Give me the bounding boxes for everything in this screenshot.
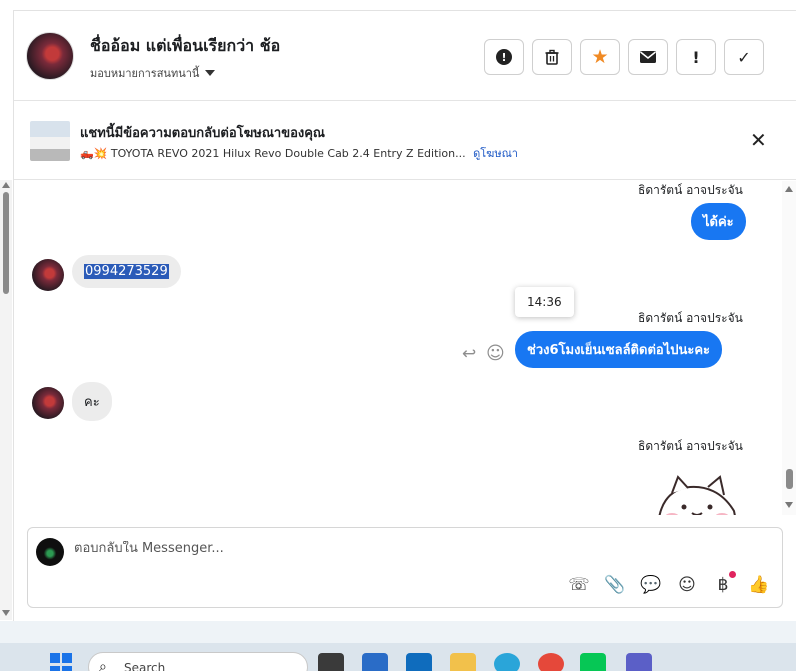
conversation-actions: ! ★ ! ✓: [484, 39, 764, 75]
store-icon[interactable]: [362, 653, 388, 671]
attachment-icon[interactable]: 📎: [604, 574, 626, 596]
page-avatar: [36, 538, 64, 566]
message-scrollbar-thumb[interactable]: [786, 469, 793, 489]
conversation-header: ชื่ออ้อม แต่เพื่อนเรียกว่า ช้อ มอบหมายกา…: [14, 11, 796, 101]
edge-icon[interactable]: [494, 653, 520, 671]
scroll-down-arrow-icon[interactable]: [2, 610, 10, 616]
star-icon: ★: [591, 46, 609, 68]
sender-name: ธิดารัตน์ อาจประจัน: [638, 311, 743, 325]
reply-icon[interactable]: ↩: [462, 344, 476, 364]
selected-phone-text[interactable]: 0994273529: [84, 264, 169, 279]
ad-banner-title: แชทนี้มีข้อความตอบกลับต่อโฆษณาของคุณ: [80, 126, 325, 141]
assign-conversation-dropdown[interactable]: มอบหมายการสนทนานี้: [90, 64, 216, 82]
sender-name: ธิดารัตน์ อาจประจัน: [638, 183, 743, 197]
scroll-up-arrow-icon[interactable]: [785, 186, 793, 192]
caret-down-icon: [205, 70, 216, 76]
teams-icon[interactable]: [626, 653, 652, 671]
outgoing-message[interactable]: ได้ค่ะ: [691, 203, 746, 240]
contact-avatar-small[interactable]: [32, 259, 64, 291]
chrome-icon[interactable]: [538, 653, 564, 671]
like-icon[interactable]: 👍: [748, 574, 770, 596]
envelope-icon: [640, 51, 656, 63]
message-list: ธิดารัตน์ อาจประจัน ได้ค่ะ 0994273529 14…: [14, 181, 782, 515]
file-explorer-icon[interactable]: [450, 653, 476, 671]
contact-name: ชื่ออ้อม แต่เพื่อนเรียกว่า ช้อ: [90, 36, 281, 55]
trash-icon: [545, 49, 559, 65]
ad-thumbnail[interactable]: [30, 121, 70, 161]
delete-button[interactable]: [532, 39, 572, 75]
notification-dot: [729, 571, 736, 578]
contact-avatar-small[interactable]: [32, 387, 64, 419]
page-scrollbar[interactable]: [0, 180, 12, 620]
taskbar-search-label: Search: [124, 661, 166, 671]
star-button[interactable]: ★: [580, 39, 620, 75]
react-smile-icon[interactable]: ☺: [486, 343, 505, 364]
incoming-message[interactable]: คะ: [72, 382, 112, 421]
conversation-panel: ชื่ออ้อม แต่เพื่อนเรียกว่า ช้อ มอบหมายกา…: [13, 10, 796, 621]
line-icon[interactable]: [580, 653, 606, 671]
taskbar: ⌕ Search: [0, 643, 796, 671]
outgoing-message[interactable]: ช่วง6โมงเย็นเซลล์ติดต่อไปนะคะ: [515, 331, 723, 368]
ad-description: 🛻💥 TOYOTA REVO 2021 Hilux Revo Double Ca…: [80, 147, 466, 160]
page-scrollbar-thumb[interactable]: [3, 192, 9, 294]
emoji-icon[interactable]: ☺: [676, 574, 698, 596]
scroll-up-arrow-icon[interactable]: [2, 182, 10, 188]
search-icon: ⌕: [99, 659, 107, 671]
payment-icon[interactable]: ฿: [712, 571, 736, 596]
follow-up-button[interactable]: !: [676, 39, 716, 75]
incoming-message[interactable]: 0994273529: [72, 255, 181, 288]
baht-icon: ฿: [717, 575, 729, 595]
message-scrollbar[interactable]: [782, 181, 796, 515]
view-ad-link[interactable]: ดูโฆษณา: [473, 147, 518, 160]
ad-banner-subtitle: 🛻💥 TOYOTA REVO 2021 Hilux Revo Double Ca…: [80, 144, 518, 162]
close-banner-icon[interactable]: ✕: [750, 130, 767, 150]
reply-composer: ☏ 📎 💬 ☺ ฿ 👍: [27, 527, 783, 608]
taskbar-search[interactable]: ⌕ Search: [88, 652, 308, 671]
timestamp-tooltip: 14:36: [515, 287, 574, 317]
messenger-page: ชื่ออ้อม แต่เพื่อนเรียกว่า ช้อ มอบหมายกา…: [0, 0, 796, 671]
mark-unread-button[interactable]: [628, 39, 668, 75]
call-add-icon[interactable]: ☏: [568, 574, 590, 596]
window-bottom-strip: [0, 621, 796, 643]
spam-button[interactable]: !: [484, 39, 524, 75]
task-view-icon[interactable]: [318, 653, 344, 671]
exclamation-icon: !: [692, 47, 700, 67]
composer-tools: ☏ 📎 💬 ☺ ฿ 👍: [568, 571, 770, 596]
sender-name: ธิดารัตน์ อาจประจัน: [638, 439, 743, 453]
windows-start-icon[interactable]: [50, 653, 74, 671]
check-icon: ✓: [737, 47, 751, 67]
contact-avatar[interactable]: [26, 32, 74, 80]
saved-reply-icon[interactable]: 💬: [640, 574, 662, 596]
cat-sticker[interactable]: [650, 471, 740, 515]
assign-label: มอบหมายการสนทนานี้: [90, 67, 200, 80]
mark-done-button[interactable]: ✓: [724, 39, 764, 75]
alert-circle-icon: !: [496, 49, 512, 65]
scroll-down-arrow-icon[interactable]: [785, 502, 793, 508]
ad-reply-banner: แชทนี้มีข้อความตอบกลับต่อโฆษณาของคุณ 🛻💥 …: [14, 102, 796, 180]
reply-input[interactable]: [74, 541, 574, 556]
outlook-icon[interactable]: [406, 653, 432, 671]
